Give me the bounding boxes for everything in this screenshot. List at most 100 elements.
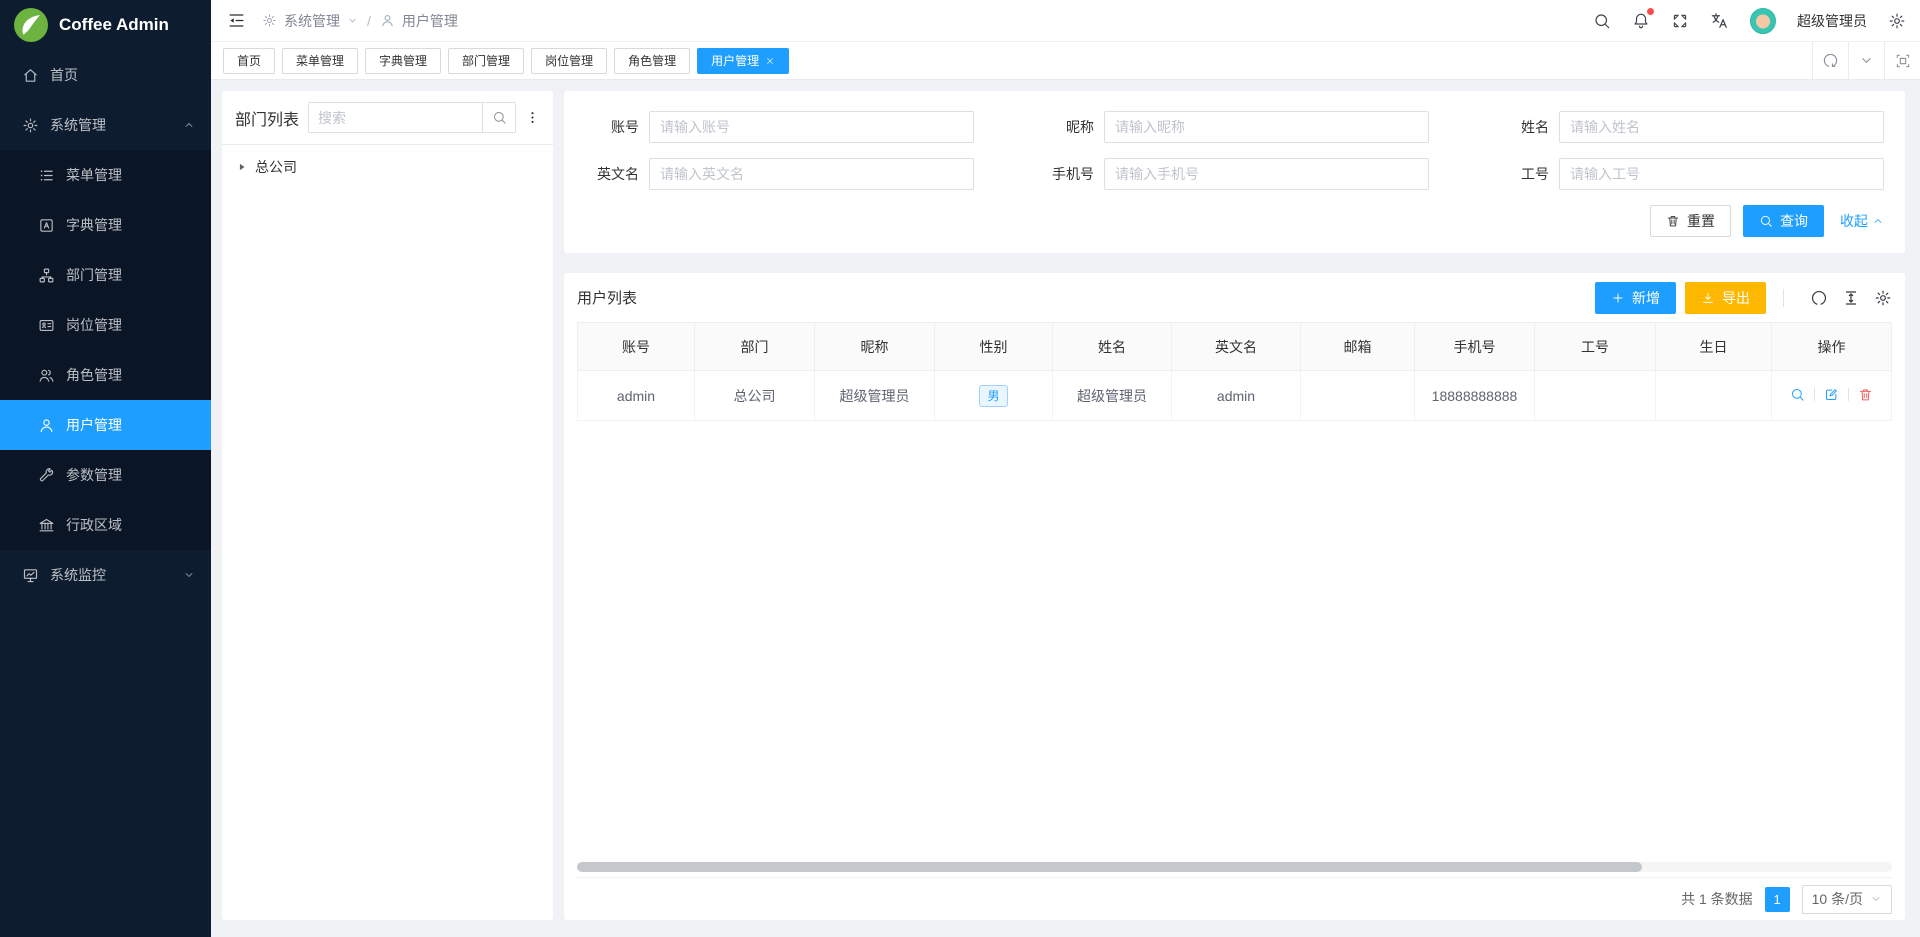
col-work-no: 工号 xyxy=(1535,323,1656,371)
refresh-icon xyxy=(1822,52,1839,69)
view-row-button[interactable] xyxy=(1790,387,1805,402)
fullscreen-button[interactable] xyxy=(1671,12,1689,30)
tab-tools xyxy=(1812,42,1920,79)
org-chart-icon xyxy=(38,267,55,284)
sidebar-item-param-mgmt[interactable]: 参数管理 xyxy=(0,450,211,500)
pagination-page-1[interactable]: 1 xyxy=(1765,887,1790,912)
caret-right-icon[interactable] xyxy=(237,162,247,172)
english-name-input[interactable] xyxy=(649,158,974,190)
chevron-down-icon xyxy=(1870,893,1882,905)
translate-button[interactable] xyxy=(1710,11,1729,30)
export-button[interactable]: 导出 xyxy=(1685,282,1766,314)
pagination-total: 共 1 条数据 xyxy=(1681,889,1753,909)
tab-role-mgmt[interactable]: 角色管理 xyxy=(614,48,690,74)
chevron-down-icon xyxy=(183,569,195,581)
work-no-input[interactable] xyxy=(1559,158,1884,190)
page-tabbar: 首页 菜单管理 字典管理 部门管理 岗位管理 角色管理 用户管理 xyxy=(211,42,1920,80)
global-search-button[interactable] xyxy=(1593,12,1611,30)
page-size-select[interactable]: 10 条/页 xyxy=(1802,885,1892,914)
delete-icon xyxy=(1666,214,1680,228)
close-icon[interactable] xyxy=(765,56,775,66)
sidebar-item-system-mgmt[interactable]: 系统管理 xyxy=(0,100,211,150)
tab-maximize-button[interactable] xyxy=(1884,42,1920,79)
cell-nickname: 超级管理员 xyxy=(815,371,935,421)
col-actions: 操作 xyxy=(1772,323,1892,371)
cell-birthday xyxy=(1656,371,1772,421)
gender-tag: 男 xyxy=(979,385,1007,407)
tab-user-mgmt[interactable]: 用户管理 xyxy=(697,48,789,74)
col-english-name: 英文名 xyxy=(1172,323,1301,371)
tab-more-button[interactable] xyxy=(1848,42,1884,79)
tree-node-company[interactable]: 总公司 xyxy=(237,157,538,177)
tab-post-mgmt[interactable]: 岗位管理 xyxy=(531,48,607,74)
department-more-button[interactable] xyxy=(525,110,540,125)
field-english-name: 英文名 xyxy=(577,158,974,190)
user-icon xyxy=(380,13,395,28)
wrench-icon xyxy=(38,467,55,484)
table-row: admin 总公司 超级管理员 男 超级管理员 admin 1888888888… xyxy=(578,371,1892,421)
cell-account: admin xyxy=(578,371,695,421)
tab-home[interactable]: 首页 xyxy=(223,48,275,74)
notification-dot xyxy=(1647,8,1654,15)
user-avatar[interactable] xyxy=(1750,8,1776,34)
main-area: 系统管理 / 用户管理 超级管理员 xyxy=(211,0,1920,937)
tab-menu-mgmt[interactable]: 菜单管理 xyxy=(282,48,358,74)
query-button[interactable]: 查询 xyxy=(1743,205,1824,237)
field-nickname: 昵称 xyxy=(1032,111,1429,143)
row-height-button[interactable] xyxy=(1842,289,1860,307)
tab-dict-mgmt[interactable]: 字典管理 xyxy=(365,48,441,74)
collapse-filter-link[interactable]: 收起 xyxy=(1840,211,1884,231)
table-empty-space xyxy=(577,421,1892,862)
settings-button[interactable] xyxy=(1888,12,1906,30)
account-input[interactable] xyxy=(649,111,974,143)
user-table-title: 用户列表 xyxy=(577,287,637,308)
refresh-icon xyxy=(1810,289,1828,307)
table-toolbar: 新增 导出 xyxy=(1595,282,1892,314)
sidebar-item-dept-mgmt[interactable]: 部门管理 xyxy=(0,250,211,300)
app-title: Coffee Admin xyxy=(59,15,169,35)
tab-dept-mgmt[interactable]: 部门管理 xyxy=(448,48,524,74)
gear-icon xyxy=(22,117,39,134)
sidebar-item-dict-mgmt[interactable]: 字典管理 xyxy=(0,200,211,250)
department-tree: 总公司 xyxy=(222,145,553,189)
table-refresh-button[interactable] xyxy=(1810,289,1828,307)
scrollbar-thumb[interactable] xyxy=(577,862,1642,872)
sidebar-fold-button[interactable] xyxy=(227,11,246,30)
department-search-button[interactable] xyxy=(482,103,515,132)
sidebar-item-role-mgmt[interactable]: 角色管理 xyxy=(0,350,211,400)
chevron-up-icon xyxy=(183,119,195,131)
bank-icon xyxy=(38,517,55,534)
app-logo[interactable]: Coffee Admin xyxy=(0,0,211,50)
sidebar-item-menu-mgmt[interactable]: 菜单管理 xyxy=(0,150,211,200)
table-settings-button[interactable] xyxy=(1874,289,1892,307)
name-input[interactable] xyxy=(1559,111,1884,143)
breadcrumb-section[interactable]: 系统管理 xyxy=(284,11,340,31)
sidebar-item-post-mgmt[interactable]: 岗位管理 xyxy=(0,300,211,350)
notifications-button[interactable] xyxy=(1632,12,1650,30)
chevron-up-icon xyxy=(1872,215,1884,227)
col-account: 账号 xyxy=(578,323,695,371)
search-icon xyxy=(1593,12,1611,30)
department-search-input[interactable] xyxy=(309,103,482,132)
col-department: 部门 xyxy=(695,323,815,371)
sidebar-item-region[interactable]: 行政区域 xyxy=(0,500,211,550)
edit-row-button[interactable] xyxy=(1824,387,1839,402)
chevron-down-icon xyxy=(347,15,358,26)
id-badge-icon xyxy=(38,317,55,334)
add-user-button[interactable]: 新增 xyxy=(1595,282,1676,314)
sidebar-item-user-mgmt[interactable]: 用户管理 xyxy=(0,400,211,450)
user-name[interactable]: 超级管理员 xyxy=(1797,11,1867,31)
sidebar-submenu-system: 菜单管理 字典管理 部门管理 岗位管理 角色管理 用户管理 参数管理 行政区域 xyxy=(0,150,211,550)
delete-row-button[interactable] xyxy=(1858,387,1873,402)
reset-button[interactable]: 重置 xyxy=(1650,205,1731,237)
delete-icon xyxy=(1858,387,1873,402)
phone-input[interactable] xyxy=(1104,158,1429,190)
search-filter-card: 账号 昵称 姓名 英文名 xyxy=(564,91,1905,253)
department-panel-header: 部门列表 xyxy=(222,91,553,145)
tab-refresh-button[interactable] xyxy=(1812,42,1848,79)
sidebar-item-home[interactable]: 首页 xyxy=(0,50,211,100)
col-phone: 手机号 xyxy=(1415,323,1535,371)
sidebar-item-system-monitor[interactable]: 系统监控 xyxy=(0,550,211,600)
col-name: 姓名 xyxy=(1053,323,1172,371)
nickname-input[interactable] xyxy=(1104,111,1429,143)
